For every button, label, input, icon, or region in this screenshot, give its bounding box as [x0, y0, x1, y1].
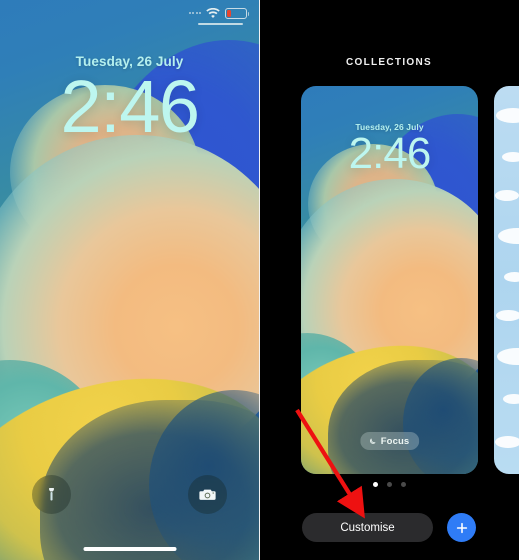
bottom-action-bar: Customise	[259, 513, 519, 542]
iphone-lock-screen: Tuesday, 26 July 2:46	[0, 0, 259, 560]
wallpaper-preview-card[interactable]: Tuesday, 26 July 2:46 Focus	[301, 86, 478, 474]
plus-icon	[456, 522, 467, 533]
camera-icon	[199, 489, 216, 500]
preview-card-clock: Tuesday, 26 July 2:46	[301, 122, 478, 178]
lock-screen-clock: Tuesday, 26 July 2:46	[0, 54, 259, 148]
wallpaper-card-clouds[interactable]	[494, 86, 519, 474]
page-dot-1[interactable]	[372, 482, 378, 487]
page-indicator[interactable]	[259, 482, 519, 487]
battery-low-icon	[225, 7, 249, 19]
status-bar	[0, 0, 259, 26]
preview-card-time: 2:46	[348, 129, 432, 178]
panel-divider	[259, 0, 260, 560]
collections-label: COLLECTIONS	[346, 57, 432, 68]
wifi-icon	[206, 7, 220, 18]
lock-screen-time: 2:46	[60, 65, 200, 148]
flashlight-icon	[49, 488, 54, 501]
customise-button[interactable]: Customise	[302, 513, 433, 542]
focus-label: Focus	[380, 435, 410, 447]
focus-pill[interactable]: Focus	[359, 432, 420, 450]
page-dot-2[interactable]	[386, 482, 392, 487]
lock-screen-quick-actions	[0, 475, 259, 514]
screen-root: Tuesday, 26 July 2:46 COLLECTIONS Tuesda…	[0, 0, 519, 560]
add-wallpaper-button[interactable]	[447, 513, 476, 542]
flashlight-button[interactable]	[32, 475, 71, 514]
camera-button[interactable]	[188, 475, 227, 514]
home-indicator[interactable]	[83, 547, 176, 551]
page-dot-3[interactable]	[400, 482, 406, 487]
focus-moon-icon	[369, 438, 375, 444]
signal-dots-icon	[188, 12, 201, 14]
wallpaper-gallery-screen: COLLECTIONS Tuesday, 26 July 2:46 Focus …	[259, 0, 519, 560]
